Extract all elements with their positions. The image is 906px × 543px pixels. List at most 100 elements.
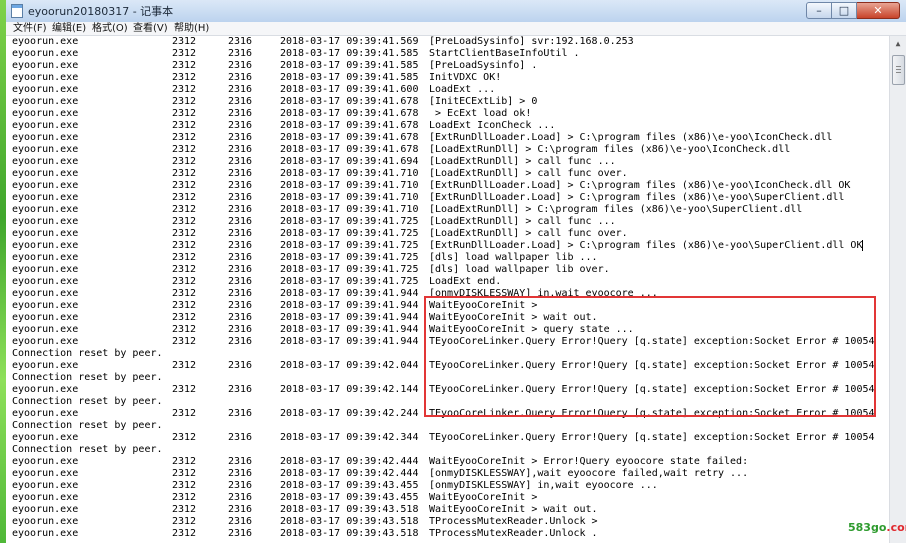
log-exe: eyoorun.exe [12, 180, 79, 191]
log-message: > EcExt load ok! [429, 108, 532, 119]
log-message: [LoadExtRunDll] > call func over. [429, 168, 628, 179]
log-timestamp: 2018-03-17 09:39:42.044 [280, 360, 419, 371]
log-exe: eyoorun.exe [12, 300, 79, 311]
log-line: eyoorun.exe 2312 2316 2018-03-17 09:39:43.4… [6, 480, 889, 492]
log-pid: 2312 [172, 300, 197, 311]
log-timestamp: 2018-03-17 09:39:41.585 [280, 48, 419, 59]
watermark-site: 583go [848, 521, 887, 534]
log-exe: eyoorun.exe [12, 84, 79, 95]
log-tid: 2316 [228, 60, 253, 71]
log-pid: 2312 [172, 96, 197, 107]
log-timestamp: 2018-03-17 09:39:41.678 [280, 96, 419, 107]
log-tid: 2316 [228, 408, 253, 419]
menu-edit[interactable]: 编辑(E) [52, 22, 86, 35]
log-timestamp: 2018-03-17 09:39:43.518 [280, 528, 419, 539]
log-message: [PreLoadSysinfo] . [429, 60, 538, 71]
log-line: eyoorun.exe 2312 2316 2018-03-17 09:39:41.7… [6, 276, 889, 288]
log-message: LoadExt IconCheck ... [429, 120, 556, 131]
log-exe: Connection reset by peer. [12, 420, 163, 431]
log-timestamp: 2018-03-17 09:39:41.569 [280, 36, 419, 47]
log-exe: eyoorun.exe [12, 468, 79, 479]
log-pid: 2312 [172, 360, 197, 371]
log-tid: 2316 [228, 492, 253, 503]
vertical-scrollbar[interactable]: ▲ [889, 36, 906, 543]
log-pid: 2312 [172, 384, 197, 395]
log-exe: eyoorun.exe [12, 72, 79, 83]
log-line: eyoorun.exe 2312 2316 2018-03-17 09:39:41.6… [6, 144, 889, 156]
log-pid: 2312 [172, 456, 197, 467]
log-message: [onmyDISKLESSWAY] in,wait eyoocore ... [429, 480, 658, 491]
menu-help[interactable]: 帮助(H) [174, 22, 209, 35]
log-timestamp: 2018-03-17 09:39:41.678 [280, 108, 419, 119]
log-tid: 2316 [228, 108, 253, 119]
log-line: eyoorun.exe 2312 2316 2018-03-17 09:39:41.5… [6, 72, 889, 84]
log-timestamp: 2018-03-17 09:39:41.944 [280, 288, 419, 299]
log-message: InitVDXC OK! [429, 72, 502, 83]
log-pid: 2312 [172, 72, 197, 83]
window-controls: – □ ✕ [806, 2, 900, 19]
minimize-button[interactable]: – [806, 2, 832, 19]
menu-format[interactable]: 格式(O) [92, 22, 128, 35]
log-tid: 2316 [228, 312, 253, 323]
log-pid: 2312 [172, 516, 197, 527]
log-pid: 2312 [172, 504, 197, 515]
log-pid: 2312 [172, 480, 197, 491]
maximize-button[interactable]: □ [832, 2, 857, 19]
log-line: eyoorun.exe 2312 2316 2018-03-17 09:39:43.5… [6, 516, 889, 528]
log-message: [ExtRunDllLoader.Load] > C:\program file… [429, 192, 845, 203]
log-line: eyoorun.exe 2312 2316 2018-03-17 09:39:41.7… [6, 192, 889, 204]
log-pid: 2312 [172, 468, 197, 479]
scroll-up-arrow-icon[interactable]: ▲ [890, 36, 906, 52]
log-line: eyoorun.exe 2312 2316 2018-03-17 09:39:41.7… [6, 216, 889, 228]
log-line: eyoorun.exe 2312 2316 2018-03-17 09:39:41.6… [6, 84, 889, 96]
log-tid: 2316 [228, 180, 253, 191]
title-bar[interactable]: eyoorun20180317 - 记事本 – □ ✕ [6, 0, 906, 23]
log-tid: 2316 [228, 288, 253, 299]
log-line: eyoorun.exe 2312 2316 2018-03-17 09:39:43.5… [6, 528, 889, 540]
log-timestamp: 2018-03-17 09:39:41.600 [280, 84, 419, 95]
log-line: eyoorun.exe 2312 2316 2018-03-17 09:39:41.7… [6, 204, 889, 216]
menu-view[interactable]: 查看(V) [133, 22, 168, 35]
log-timestamp: 2018-03-17 09:39:42.444 [280, 456, 419, 467]
log-line: eyoorun.exe 2312 2316 2018-03-17 09:39:41.7… [6, 180, 889, 192]
log-line: eyoorun.exe 2312 2316 2018-03-17 09:39:41.6… [6, 96, 889, 108]
log-tid: 2316 [228, 252, 253, 263]
log-pid: 2312 [172, 228, 197, 239]
log-line: eyoorun.exe 2312 2316 2018-03-17 09:39:41.6… [6, 120, 889, 132]
log-timestamp: 2018-03-17 09:39:41.710 [280, 192, 419, 203]
log-message: [LoadExtRunDll] > C:\program files (x86)… [429, 204, 803, 215]
log-timestamp: 2018-03-17 09:39:41.694 [280, 156, 419, 167]
log-exe: eyoorun.exe [12, 384, 79, 395]
log-line: Connection reset by peer. [6, 444, 889, 456]
log-line: eyoorun.exe 2312 2316 2018-03-17 09:39:42.4… [6, 456, 889, 468]
log-line: eyoorun.exe 2312 2316 2018-03-17 09:39:42.3… [6, 432, 889, 444]
text-editor[interactable]: eyoorun.exe 2312 2316 2018-03-17 09:39:41.5… [6, 36, 889, 543]
notepad-window: eyoorun20180317 - 记事本 – □ ✕ 文件(F) 编辑(E) … [6, 0, 906, 543]
log-pid: 2312 [172, 36, 197, 47]
log-tid: 2316 [228, 96, 253, 107]
menu-file[interactable]: 文件(F) [13, 22, 47, 35]
log-timestamp: 2018-03-17 09:39:41.678 [280, 120, 419, 131]
log-tid: 2316 [228, 264, 253, 275]
log-pid: 2312 [172, 432, 197, 443]
log-pid: 2312 [172, 60, 197, 71]
log-pid: 2312 [172, 252, 197, 263]
scroll-thumb[interactable] [892, 55, 905, 85]
log-exe: eyoorun.exe [12, 96, 79, 107]
log-exe: eyoorun.exe [12, 492, 79, 503]
log-timestamp: 2018-03-17 09:39:41.710 [280, 180, 419, 191]
log-timestamp: 2018-03-17 09:39:41.944 [280, 336, 419, 347]
log-timestamp: 2018-03-17 09:39:41.725 [280, 216, 419, 227]
log-exe: eyoorun.exe [12, 120, 79, 131]
log-pid: 2312 [172, 132, 197, 143]
log-tid: 2316 [228, 228, 253, 239]
log-timestamp: 2018-03-17 09:39:41.944 [280, 324, 419, 335]
log-exe: eyoorun.exe [12, 516, 79, 527]
log-message: WaitEyooCoreInit > [429, 492, 538, 503]
log-message: [onmyDISKLESSWAY],wait eyoocore failed,w… [429, 468, 749, 479]
log-message: StartClientBaseInfoUtil . [429, 48, 580, 59]
log-exe: eyoorun.exe [12, 228, 79, 239]
close-button[interactable]: ✕ [857, 2, 900, 19]
log-exe: eyoorun.exe [12, 504, 79, 515]
log-exe: eyoorun.exe [12, 48, 79, 59]
